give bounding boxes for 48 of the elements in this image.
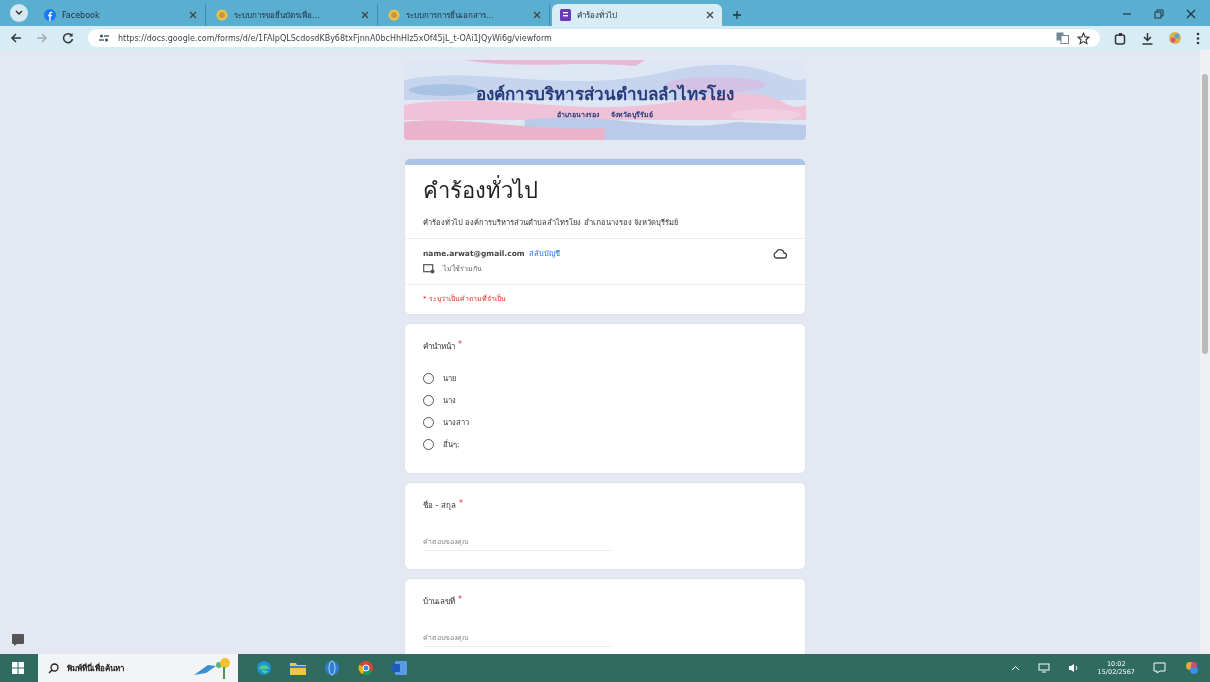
caret-icon <box>14 8 24 18</box>
menu-icon[interactable] <box>1196 31 1200 45</box>
site-info-icon[interactable] <box>98 32 110 44</box>
question-label: ชื่อ - สกุล <box>423 499 456 512</box>
chrome-icon[interactable] <box>358 660 374 676</box>
speaker-icon[interactable] <box>1067 663 1080 673</box>
emblem-icon <box>388 9 400 21</box>
reload-icon[interactable] <box>62 32 74 44</box>
chevron-up-icon[interactable] <box>1010 663 1020 673</box>
form-icon <box>560 9 571 21</box>
download-icon[interactable] <box>1141 31 1154 45</box>
tab-list-button[interactable] <box>10 4 28 22</box>
star-icon[interactable] <box>1077 31 1090 45</box>
search-icon <box>48 662 59 674</box>
new-tab-button[interactable] <box>732 10 742 20</box>
address-field[interactable]: https://docs.google.com/forms/d/e/1FAIpQLScdosdKBy68txFjnnA0bcHhHIz5xOf45jL_t-OAi1JQyWi6g/viewform <box>88 29 1100 47</box>
translate-icon[interactable] <box>1056 32 1069 44</box>
feedback-icon[interactable] <box>12 634 24 646</box>
taskbar-search-field[interactable]: พิมพ์ที่นี่เพื่อค้นหา <box>38 654 238 682</box>
close-icon[interactable] <box>1186 9 1196 19</box>
windows-start-icon[interactable] <box>12 662 24 674</box>
close-icon[interactable] <box>189 11 197 19</box>
required-mark: * <box>458 340 462 351</box>
extensions-icon[interactable] <box>1114 31 1127 45</box>
emblem-icon <box>216 9 228 21</box>
facebook-icon <box>44 9 56 21</box>
required-mark: * <box>459 499 463 510</box>
profile-icon[interactable] <box>1168 31 1182 45</box>
folder-icon[interactable] <box>290 661 306 675</box>
notification-icon[interactable] <box>1153 662 1166 674</box>
back-icon[interactable] <box>10 32 22 44</box>
banner-title: องค์การบริหารส่วนตำบลลำไทรโยง <box>476 83 734 106</box>
question-label: คำนำหน้า <box>423 341 455 353</box>
globe-icon[interactable] <box>324 660 340 676</box>
required-mark: * <box>458 595 462 606</box>
edge-icon[interactable] <box>256 660 272 676</box>
restore-icon[interactable] <box>1154 9 1164 19</box>
not-shared-icon <box>423 263 435 274</box>
question-label: บ้านเลขที่ <box>423 595 455 608</box>
cloud-icon <box>773 247 787 259</box>
close-icon[interactable] <box>361 11 369 19</box>
close-icon[interactable] <box>533 11 541 19</box>
bird-drawing <box>192 657 232 679</box>
close-icon[interactable] <box>706 11 714 19</box>
colorful-app-icon[interactable] <box>1184 660 1200 676</box>
form-title: คำร้องทั่วไป <box>423 173 787 208</box>
browser-tab[interactable]: คำร้องทั่วไป <box>552 4 722 26</box>
network-icon[interactable] <box>1037 663 1050 673</box>
